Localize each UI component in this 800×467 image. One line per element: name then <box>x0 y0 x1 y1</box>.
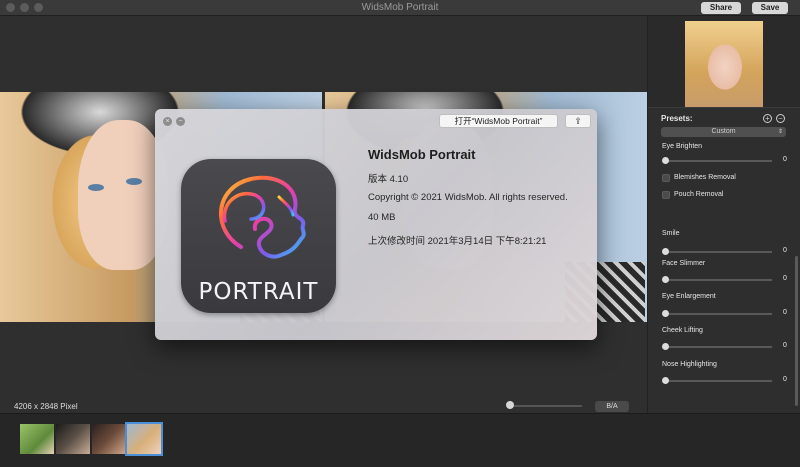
adjustment-label: Nose Highlighting <box>662 361 717 368</box>
smile-slider[interactable] <box>666 251 772 253</box>
presets-label: Presets: <box>661 114 693 123</box>
save-button[interactable]: Save <box>752 2 788 14</box>
app-copyright: Copyright © 2021 WidsMob. All rights res… <box>368 192 568 203</box>
adjustment-label: Face Slimmer <box>662 260 706 267</box>
eye-brighten-slider[interactable] <box>666 160 772 162</box>
face-slimmer-slider[interactable] <box>666 279 772 281</box>
preview-area <box>648 16 800 108</box>
window-title: WidsMob Portrait <box>361 2 439 13</box>
nose-highlighting-thumb[interactable] <box>662 377 669 384</box>
nose-highlighting-slider[interactable] <box>666 380 772 382</box>
checkbox-label: Pouch Removal <box>674 191 724 198</box>
zoom-slider-track[interactable] <box>508 405 582 407</box>
thumbnail-4[interactable] <box>125 422 163 456</box>
app-name: WidsMob Portrait <box>368 147 476 162</box>
blemishes-removal-checkbox[interactable] <box>662 174 670 182</box>
title-bar: WidsMob Portrait Share Save <box>0 0 800 16</box>
share-button[interactable]: Share <box>701 2 741 14</box>
sidebar-scrollbar[interactable] <box>795 256 798 406</box>
adjustment-label: Eye Enlargement <box>662 293 716 300</box>
adjustment-label: Cheek Lifting <box>662 327 703 334</box>
preset-dropdown[interactable]: Custom ⇕ <box>661 127 786 137</box>
app-size: 40 MB <box>368 212 396 223</box>
app-icon-wordmark: PORTRAIT <box>198 279 319 305</box>
chevron-updown-icon: ⇕ <box>777 129 783 135</box>
adjustment-value: 0 <box>783 376 787 383</box>
adjustment-label: Smile <box>662 230 680 237</box>
cheek-lifting-thumb[interactable] <box>662 343 669 350</box>
pouch-removal-checkbox[interactable] <box>662 191 670 199</box>
eye-enlargement-thumb[interactable] <box>662 310 669 317</box>
adjustment-value: 0 <box>783 342 787 349</box>
eye-brighten-thumb[interactable] <box>662 157 669 164</box>
adjustments-panel: Presets: + − Custom ⇕ Eye Brighten 0 Ble… <box>647 16 800 413</box>
preview-image <box>685 21 763 107</box>
thumbnail-2[interactable] <box>56 424 90 454</box>
smile-thumb[interactable] <box>662 248 669 255</box>
checkbox-label: Blemishes Removal <box>674 174 736 181</box>
about-dialog: × − 打开“WidsMob Portrait” ⇪ PORTRAIT Wids… <box>155 109 597 340</box>
adjustment-value: 0 <box>783 309 787 316</box>
zoom-slider-thumb[interactable] <box>506 401 514 409</box>
adjustment-value: 0 <box>783 156 787 163</box>
add-preset-icon[interactable]: + <box>763 114 772 123</box>
dialog-close-icon[interactable]: × <box>163 117 172 126</box>
adjustment-value: 0 <box>783 247 787 254</box>
before-after-button[interactable]: B/A <box>595 401 629 412</box>
open-app-button[interactable]: 打开“WidsMob Portrait” <box>439 114 558 128</box>
share-icon[interactable]: ⇪ <box>565 114 591 128</box>
thumbnail-1[interactable] <box>20 424 54 454</box>
dialog-minimize-icon[interactable]: − <box>176 117 185 126</box>
cheek-lifting-slider[interactable] <box>666 346 772 348</box>
app-icon: PORTRAIT <box>181 159 336 313</box>
eye-enlargement-slider[interactable] <box>666 313 772 315</box>
adjustment-label: Eye Brighten <box>662 143 703 150</box>
app-version: 版本 4.10 <box>368 174 409 185</box>
adjustment-value: 0 <box>783 275 787 282</box>
image-dimensions: 4206 x 2848 Pixel <box>14 402 78 411</box>
face-slimmer-thumb[interactable] <box>662 276 669 283</box>
thumbnail-strip <box>0 413 800 467</box>
thumbnail-3[interactable] <box>92 424 126 454</box>
remove-preset-icon[interactable]: − <box>776 114 785 123</box>
app-modified-date: 上次修改时间 2021年3月14日 下午8:21:21 <box>368 236 547 247</box>
preset-selected: Custom <box>711 128 736 135</box>
portrait-logo-icon <box>218 175 306 259</box>
